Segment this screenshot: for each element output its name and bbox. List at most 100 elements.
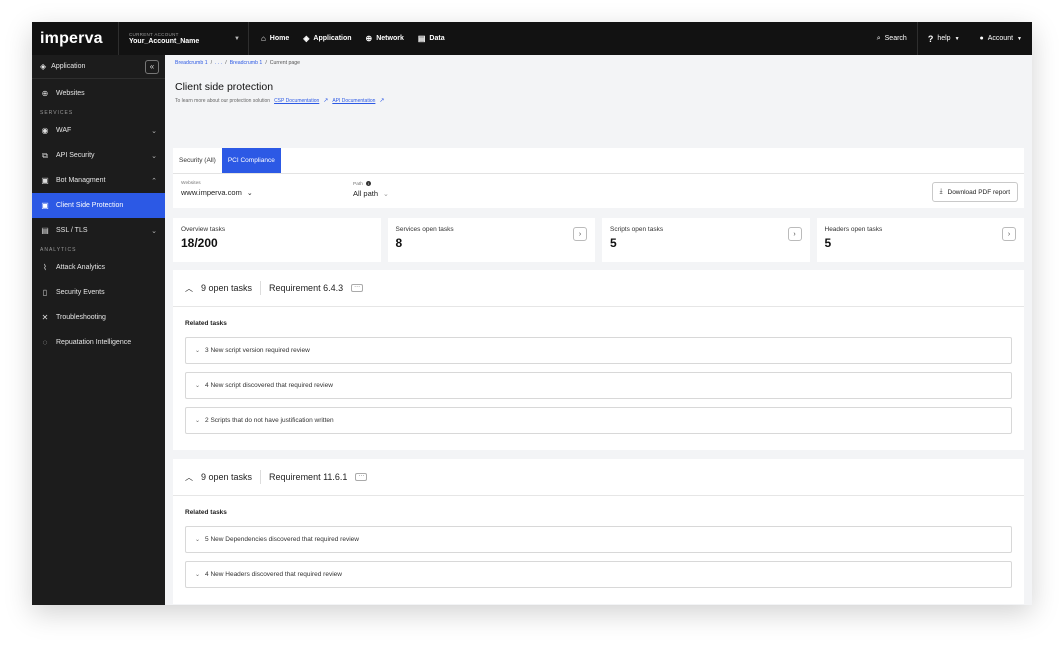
- nav-home[interactable]: ⌂ Home: [261, 34, 289, 43]
- sidebar-item-ssl-tls[interactable]: ▤ SSL / TLS ⌄: [32, 218, 165, 243]
- collapse-sidebar-button[interactable]: «: [145, 59, 159, 74]
- chevron-down-icon: ⌄: [195, 348, 201, 354]
- home-icon: ⌂: [260, 34, 266, 43]
- chevron-right-icon[interactable]: ›: [1002, 227, 1016, 241]
- card-headers-open-tasks[interactable]: Headers open tasks 5 ›: [816, 218, 1024, 262]
- chevron-down-icon: ⌄: [151, 227, 157, 235]
- breadcrumb: Breadcrumb 1 / . . . / Breadcrumb 1 / Cu…: [165, 55, 1032, 70]
- sidebar-item-client-side-protection[interactable]: ▣ Client Side Protection: [32, 193, 165, 218]
- breadcrumb-link[interactable]: Breadcrumb 1: [175, 60, 208, 66]
- task-row[interactable]: ⌄ 4 New Headers discovered that required…: [185, 561, 1012, 588]
- csp-documentation-link[interactable]: CSP Documentation: [274, 98, 319, 104]
- sidebar-item-label: Security Events: [56, 289, 105, 296]
- imperva-logo[interactable]: imperva: [32, 30, 118, 48]
- globe-icon: ⊕: [41, 89, 49, 98]
- card-value: 5: [610, 236, 617, 250]
- task-label: 4 New Headers discovered that required r…: [205, 571, 342, 578]
- account-menu-label: Account: [987, 35, 1014, 42]
- sidebar-item-attack-analytics[interactable]: ⌇ Attack Analytics: [32, 255, 165, 280]
- path-select-value: All path: [353, 189, 379, 198]
- nav-data[interactable]: ▤ Data: [418, 34, 445, 43]
- nav-application-label: Application: [313, 35, 352, 42]
- summary-cards: Overview tasks 18/200 Services open task…: [173, 218, 1024, 262]
- nav-network-label: Network: [376, 35, 404, 42]
- task-row[interactable]: ⌄ 5 New Dependencies discovered that req…: [185, 526, 1012, 553]
- account-menu[interactable]: ● Account ▼: [970, 22, 1032, 55]
- client-side-protection-icon: ▣: [41, 201, 49, 210]
- sidebar-item-security-events[interactable]: ▯ Security Events: [32, 280, 165, 305]
- sidebar-header: ◈ Application «: [32, 55, 165, 79]
- nav-application[interactable]: ◈ Application: [303, 34, 351, 43]
- card-label: Scripts open tasks: [610, 226, 664, 233]
- card-label: Overview tasks: [181, 226, 226, 233]
- websites-select-value: www.imperva.com: [181, 188, 242, 197]
- breadcrumb-ellipsis[interactable]: . . .: [215, 60, 222, 66]
- card-scripts-open-tasks[interactable]: Scripts open tasks 5 ›: [602, 218, 810, 262]
- sidebar-section-analytics: ANALYTICS: [40, 247, 77, 253]
- card-services-open-tasks[interactable]: Services open tasks 8 ›: [387, 218, 595, 262]
- task-row[interactable]: ⌄ 4 New script discovered that required …: [185, 372, 1012, 399]
- sidebar-item-api-security[interactable]: ⧉ API Security ⌄: [32, 143, 165, 168]
- document-icon: ▯: [42, 288, 48, 297]
- nav-network[interactable]: ⊕ Network: [366, 34, 404, 43]
- more-options-button[interactable]: ···: [351, 284, 364, 292]
- sidebar-item-waf[interactable]: ◉ WAF ⌄: [32, 118, 165, 143]
- tab-security-all[interactable]: Security (All): [173, 148, 222, 173]
- api-documentation-link[interactable]: API Documentation: [332, 98, 375, 104]
- help-icon: ?: [927, 33, 934, 44]
- related-tasks-label: Related tasks: [185, 320, 227, 327]
- help-menu[interactable]: ? help ▼: [916, 22, 970, 55]
- api-icon: ⧉: [42, 150, 48, 160]
- download-pdf-report-button[interactable]: ⤓ Download PDF report: [931, 182, 1018, 202]
- chevron-right-icon[interactable]: ›: [787, 227, 802, 241]
- page-header: Client side protection To learn more abo…: [175, 81, 384, 104]
- app-window: imperva CURRENT ACCOUNT Your_Account_Nam…: [32, 22, 1032, 605]
- account-switcher-value: Your_Account_Name: [129, 38, 200, 45]
- websites-select-label: Websites: [181, 181, 201, 186]
- chevron-down-icon: ⌄: [151, 152, 157, 160]
- network-icon: ⊕: [365, 34, 373, 43]
- nav-data-label: Data: [429, 35, 445, 42]
- info-icon: i: [366, 181, 372, 186]
- sidebar-item-label: SSL / TLS: [56, 227, 88, 234]
- sidebar-item-websites[interactable]: ⊕ Websites: [32, 81, 165, 106]
- sidebar-item-label: Bot Managment: [56, 177, 106, 184]
- bot-icon: ▣: [41, 176, 49, 185]
- card-value: 5: [824, 236, 832, 250]
- account-chevron-down-icon[interactable]: ▼: [230, 36, 248, 42]
- path-select[interactable]: Path i All path ⌄: [353, 181, 389, 198]
- sidebar-item-label: Troubleshooting: [56, 314, 106, 321]
- sidebar-item-label: WAF: [56, 127, 72, 134]
- page-title: Client side protection: [175, 81, 274, 93]
- websites-select[interactable]: Websites www.imperva.com ⌄: [181, 181, 253, 197]
- main-content: Breadcrumb 1 / . . . / Breadcrumb 1 / Cu…: [165, 55, 1032, 605]
- sidebar-item-label: Attack Analytics: [56, 264, 106, 271]
- chevron-right-icon[interactable]: ›: [573, 227, 587, 241]
- search-icon: ⌕: [876, 34, 881, 42]
- sidebar-item-label: API Security: [56, 152, 95, 159]
- external-link-icon: ↗: [323, 98, 329, 104]
- chevron-up-icon[interactable]: ︿: [185, 472, 193, 483]
- chevron-down-icon: ⌄: [195, 537, 201, 543]
- sidebar-item-label: Websites: [56, 90, 85, 97]
- sidebar-item-troubleshooting[interactable]: ✕ Troubleshooting: [32, 305, 165, 330]
- account-switcher[interactable]: CURRENT ACCOUNT Your_Account_Name: [118, 22, 230, 55]
- sidebar-item-reputation-intelligence[interactable]: ◌ Repuatation Intelligence: [32, 330, 165, 355]
- application-icon: ◈: [303, 34, 310, 43]
- search-button[interactable]: ⌕ Search: [867, 22, 917, 55]
- chevron-up-icon[interactable]: ︿: [185, 283, 193, 294]
- task-label: 4 New script discovered that required re…: [205, 382, 333, 389]
- task-row[interactable]: ⌄ 3 New script version required review: [185, 337, 1012, 364]
- task-row[interactable]: ⌄ 2 Scripts that do not have justificati…: [185, 407, 1012, 434]
- chevron-up-icon: ⌃: [151, 177, 157, 185]
- certificate-icon: ▤: [41, 226, 49, 235]
- reputation-icon: ◌: [42, 338, 48, 347]
- related-tasks-label: Related tasks: [185, 509, 227, 516]
- card-label: Headers open tasks: [824, 226, 883, 233]
- filter-bar: Websites www.imperva.com ⌄ Path i All pa…: [173, 173, 1024, 208]
- more-options-button[interactable]: ···: [355, 473, 368, 481]
- sidebar-item-bot-management[interactable]: ▣ Bot Managment ⌃: [32, 168, 165, 193]
- breadcrumb-link[interactable]: Breadcrumb 1: [230, 60, 263, 66]
- help-label: help: [937, 35, 951, 42]
- tab-pci-compliance[interactable]: PCI Compliance: [221, 148, 281, 173]
